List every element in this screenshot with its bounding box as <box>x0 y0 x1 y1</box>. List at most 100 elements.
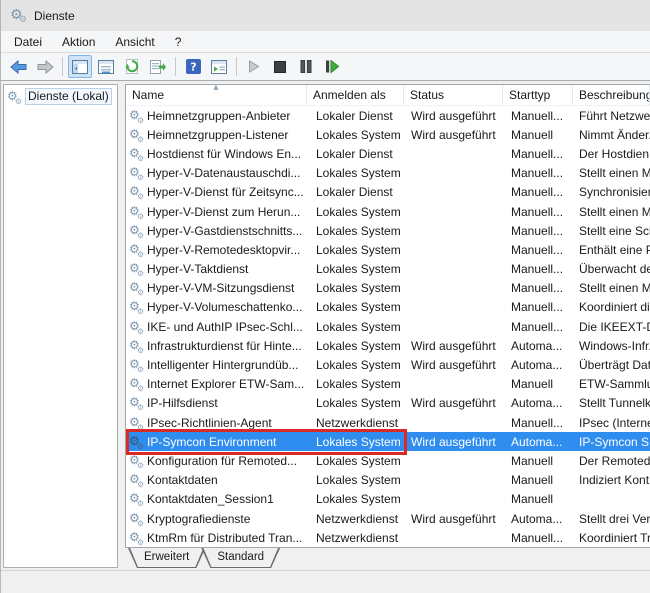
column-header-label: Anmelden als <box>313 88 386 102</box>
cell-logon: Lokales System <box>307 432 404 451</box>
cell-status <box>404 298 503 317</box>
title-bar: Dienste <box>1 0 650 31</box>
menu-hilfe[interactable]: ? <box>165 33 192 51</box>
column-header-label: Starttyp <box>509 88 550 102</box>
cell-logon: Lokales System <box>307 355 404 374</box>
show-console-tree-button[interactable] <box>68 55 92 78</box>
table-row[interactable]: Infrastrukturdienst für Hinte...Lokales … <box>126 336 650 355</box>
toolbar-separator <box>236 57 237 76</box>
table-row[interactable]: IP-HilfsdienstLokales SystemWird ausgefü… <box>126 394 650 413</box>
table-row[interactable]: IKE- und AuthIP IPsec-Schl...Lokales Sys… <box>126 317 650 336</box>
stop-service-button[interactable] <box>268 55 292 78</box>
help-button[interactable]: ? <box>181 55 205 78</box>
service-gear-icon <box>129 243 144 257</box>
action-pane-button[interactable] <box>207 55 231 78</box>
table-row[interactable]: Hyper-V-Dienst zum Herun...Lokales Syste… <box>126 202 650 221</box>
cell-name: IPsec-Richtlinien-Agent <box>126 413 307 432</box>
tab-erweitert[interactable]: Erweitert <box>128 548 205 568</box>
pause-service-button[interactable] <box>294 55 318 78</box>
table-row[interactable]: Hyper-V-Remotedesktopvir...Lokales Syste… <box>126 240 650 259</box>
console-tree-panel: Dienste (Lokal) <box>3 84 118 568</box>
refresh-button[interactable] <box>120 55 144 78</box>
column-header-starttyp[interactable]: Starttyp <box>503 85 573 106</box>
service-name: Hyper-V-Dienst zum Herun... <box>147 205 300 219</box>
menu-ansicht[interactable]: Ansicht <box>105 33 164 51</box>
menu-datei[interactable]: Datei <box>4 33 52 51</box>
service-gear-icon <box>129 492 144 506</box>
table-row[interactable]: Hyper-V-VM-SitzungsdienstLokales SystemM… <box>126 279 650 298</box>
cell-status <box>404 183 503 202</box>
cell-status <box>404 144 503 163</box>
back-icon <box>10 60 28 74</box>
cell-name: Konfiguration für Remoted... <box>126 451 307 470</box>
table-row[interactable]: Kontaktdaten_Session1Lokales SystemManue… <box>126 490 650 509</box>
properties-icon <box>98 60 114 74</box>
cell-name: Hyper-V-Volumeschattenko... <box>126 298 307 317</box>
service-gear-icon <box>129 205 144 219</box>
service-gear-icon <box>129 396 144 410</box>
pause-service-icon <box>300 60 312 73</box>
table-row[interactable]: IPsec-Richtlinien-AgentNetzwerkdienstMan… <box>126 413 650 432</box>
status-bar <box>1 570 650 593</box>
cell-startup: Manuell <box>503 451 573 470</box>
column-header-status[interactable]: Status <box>404 85 503 106</box>
service-gear-icon <box>129 109 144 123</box>
cell-status <box>404 202 503 221</box>
cell-logon: Lokales System <box>307 471 404 490</box>
restart-service-button[interactable] <box>320 55 344 78</box>
show-console-tree-icon <box>72 60 88 74</box>
back-button[interactable] <box>7 55 31 78</box>
table-row[interactable]: KtmRm für Distributed Tran...Netzwerkdie… <box>126 528 650 547</box>
cell-name: Kontaktdaten_Session1 <box>126 490 307 509</box>
start-service-button[interactable] <box>242 55 266 78</box>
cell-startup: Manuell <box>503 375 573 394</box>
forward-button[interactable] <box>33 55 57 78</box>
sidebar-item-dienste-lokal[interactable]: Dienste (Lokal) <box>4 85 117 107</box>
cell-status <box>404 317 503 336</box>
service-name: Hyper-V-Dienst für Zeitsync... <box>147 185 304 199</box>
table-row[interactable]: Hyper-V-Gastdienstschnitts...Lokales Sys… <box>126 221 650 240</box>
tab-standard[interactable]: Standard <box>201 548 280 568</box>
table-row[interactable]: Internet Explorer ETW-Sam...Lokales Syst… <box>126 375 650 394</box>
service-gear-icon <box>129 531 144 545</box>
tab-label: Erweitert <box>128 548 205 567</box>
table-row[interactable]: Hostdienst für Windows En...Lokaler Dien… <box>126 144 650 163</box>
main-area: Dienste (Lokal) ▲ Name Anmelden als Stat… <box>1 82 650 570</box>
cell-startup: Manuell <box>503 471 573 490</box>
cell-description <box>573 490 650 509</box>
toolbar: ? <box>1 52 650 81</box>
cell-description: Stellt eine Sch... <box>573 221 650 240</box>
service-name: Kryptografiedienste <box>147 512 250 526</box>
cell-name: Intelligenter Hintergrundüb... <box>126 355 307 374</box>
cell-description: Windows-Infr... <box>573 336 650 355</box>
column-header-anmelden-als[interactable]: Anmelden als <box>307 85 404 106</box>
table-row[interactable]: Intelligenter Hintergrundüb... Lokales Sy… <box>126 355 650 374</box>
export-list-button[interactable] <box>146 55 170 78</box>
table-row[interactable]: Hyper-V-TaktdienstLokales SystemManuell.… <box>126 260 650 279</box>
cell-logon: Lokaler Dienst <box>307 106 404 125</box>
column-header-name[interactable]: ▲ Name <box>126 85 307 106</box>
cell-description: Der Hostdien... <box>573 144 650 163</box>
table-row[interactable]: Heimnetzgruppen-ListenerLokales SystemWi… <box>126 125 650 144</box>
cell-description: Stellt einen M... <box>573 164 650 183</box>
column-header-beschreibung[interactable]: Beschreibung <box>573 85 650 106</box>
table-row[interactable]: Hyper-V-Datenaustauschdi...Lokales Syste… <box>126 164 650 183</box>
table-row[interactable]: Hyper-V-Dienst für Zeitsync...Lokaler Di… <box>126 183 650 202</box>
cell-status <box>404 279 503 298</box>
table-row[interactable]: Konfiguration für Remoted...Lokales Syst… <box>126 451 650 470</box>
menu-aktion[interactable]: Aktion <box>52 33 105 51</box>
sort-ascending-icon: ▲ <box>213 85 218 91</box>
table-row[interactable]: Heimnetzgruppen-AnbieterLokaler DienstWi… <box>126 106 650 125</box>
cell-status: Wird ausgeführt <box>404 432 503 451</box>
table-row[interactable]: IP-Symcon EnvironmentLokales SystemWird … <box>126 432 650 451</box>
cell-startup: Manuell... <box>503 260 573 279</box>
table-row[interactable]: KryptografiediensteNetzwerkdienstWird au… <box>126 509 650 528</box>
service-name: Intelligenter Hintergrundüb... <box>147 358 298 372</box>
table-row[interactable]: KontaktdatenLokales SystemManuellIndizie… <box>126 471 650 490</box>
table-row[interactable]: Hyper-V-Volumeschattenko...Lokales Syste… <box>126 298 650 317</box>
cell-name: Hyper-V-Dienst zum Herun... <box>126 202 307 221</box>
cell-name: Hyper-V-VM-Sitzungsdienst <box>126 279 307 298</box>
cell-status: Wird ausgeführt <box>404 125 503 144</box>
cell-status <box>404 375 503 394</box>
properties-button[interactable] <box>94 55 118 78</box>
